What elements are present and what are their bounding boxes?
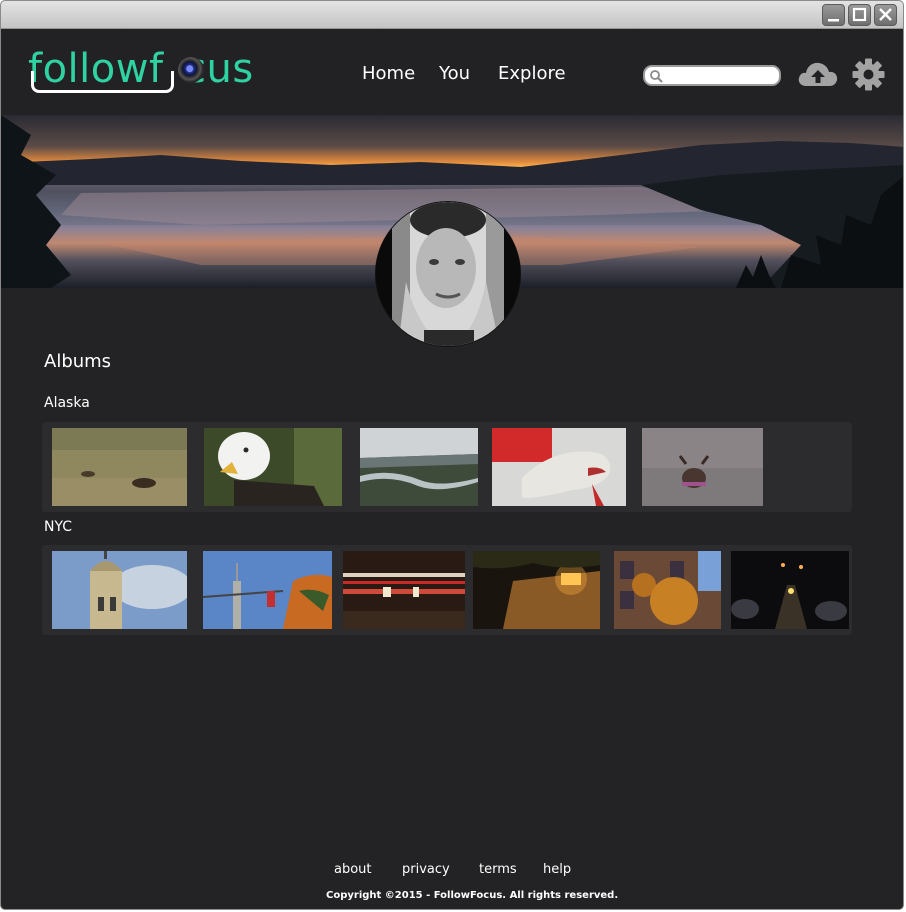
minimize-icon — [828, 19, 839, 22]
profile-avatar[interactable] — [375, 201, 521, 347]
app-header: followf cus Home You Explore — [1, 29, 903, 115]
nav-home[interactable]: Home — [362, 63, 415, 84]
album-strip-nyc — [42, 545, 852, 635]
gear-icon[interactable] — [852, 58, 885, 91]
followfocus-logo[interactable]: followf cus — [28, 47, 254, 95]
window-close-button[interactable] — [874, 4, 897, 26]
album-strip-alaska — [42, 422, 852, 512]
logo-underline — [31, 71, 174, 93]
album-title-nyc[interactable]: NYC — [44, 519, 72, 535]
copyright-text: Copyright ©2015 - FollowFocus. All right… — [326, 890, 619, 901]
nav-you[interactable]: You — [439, 63, 470, 84]
window-minimize-button[interactable] — [822, 4, 845, 26]
search-input[interactable] — [643, 65, 781, 86]
album-photo[interactable] — [343, 551, 465, 629]
album-photo[interactable] — [52, 428, 187, 506]
album-photo[interactable] — [204, 428, 342, 506]
app-window: followf cus Home You Explore Albums Alas… — [0, 0, 904, 910]
cloud-upload-icon[interactable] — [797, 59, 839, 89]
camera-lens-icon — [178, 57, 204, 83]
search-icon — [650, 70, 663, 83]
album-photo[interactable] — [52, 551, 187, 629]
footer-link-terms[interactable]: terms — [479, 862, 517, 877]
albums-heading: Albums — [44, 351, 112, 372]
album-photo[interactable] — [731, 551, 849, 629]
nav-explore[interactable]: Explore — [498, 63, 566, 84]
album-photo[interactable] — [203, 551, 332, 629]
footer-link-help[interactable]: help — [543, 862, 571, 877]
album-photo[interactable] — [614, 551, 721, 629]
album-photo[interactable] — [360, 428, 478, 506]
album-photo[interactable] — [473, 551, 600, 629]
maximize-icon — [852, 7, 867, 22]
close-icon — [879, 8, 892, 21]
album-photo[interactable] — [492, 428, 626, 506]
window-maximize-button[interactable] — [848, 4, 871, 26]
album-photo[interactable] — [642, 428, 763, 506]
album-title-alaska[interactable]: Alaska — [44, 395, 90, 411]
window-titlebar[interactable] — [1, 1, 903, 29]
footer-link-about[interactable]: about — [334, 862, 372, 877]
footer-link-privacy[interactable]: privacy — [402, 862, 450, 877]
